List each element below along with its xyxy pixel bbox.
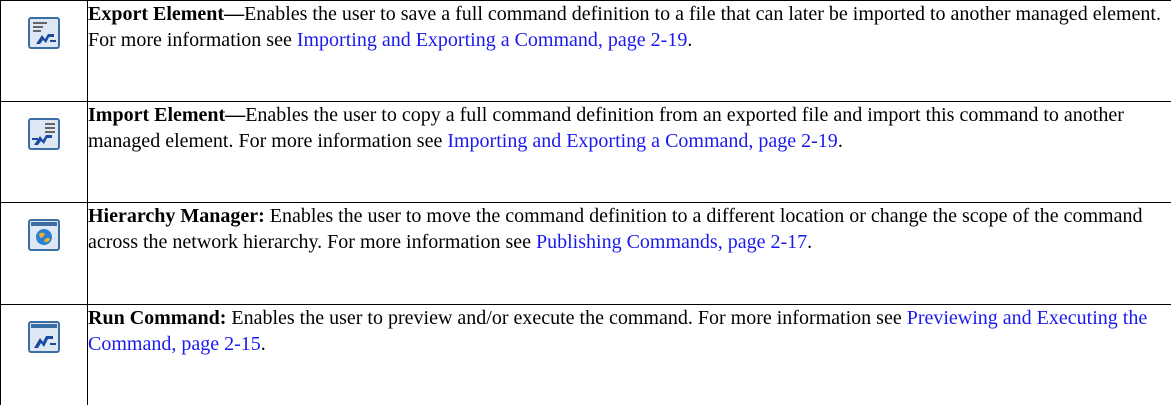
icon-cell bbox=[0, 304, 88, 405]
run-command-icon bbox=[28, 321, 60, 360]
icon-cell bbox=[0, 202, 88, 305]
sentence-end: . bbox=[807, 231, 813, 253]
term-label: Import Element— bbox=[88, 104, 246, 126]
cross-reference-link[interactable]: Publishing Commands, page 2-17 bbox=[536, 231, 807, 253]
table-row: Export Element—Enables the user to save … bbox=[0, 0, 1171, 102]
description-cell: Import Element—Enables the user to copy … bbox=[88, 102, 1171, 203]
export-element-icon bbox=[28, 17, 60, 56]
description-cell: Export Element—Enables the user to save … bbox=[88, 1, 1171, 102]
sentence-end: . bbox=[837, 130, 843, 152]
description-cell: Run Command: Enables the user to preview… bbox=[88, 305, 1171, 405]
hierarchy-manager-icon bbox=[28, 219, 60, 258]
cross-reference-link[interactable]: Importing and Exporting a Command, page … bbox=[447, 130, 837, 152]
term-label: Hierarchy Manager: bbox=[88, 205, 265, 227]
table-row: Run Command: Enables the user to preview… bbox=[0, 304, 1171, 405]
toolbar-button-description-table: Export Element—Enables the user to save … bbox=[0, 0, 1171, 405]
sentence-end: . bbox=[687, 29, 693, 51]
icon-cell bbox=[0, 0, 88, 102]
table-row: Hierarchy Manager: Enables the user to m… bbox=[0, 202, 1171, 305]
description-cell: Hierarchy Manager: Enables the user to m… bbox=[88, 203, 1171, 305]
sentence-end: . bbox=[260, 333, 266, 355]
icon-cell bbox=[0, 101, 88, 203]
term-label: Run Command: bbox=[88, 307, 227, 329]
table-row: Import Element—Enables the user to copy … bbox=[0, 101, 1171, 203]
term-label: Export Element— bbox=[88, 3, 245, 25]
description-text: Enables the user to preview and/or execu… bbox=[226, 307, 907, 329]
cross-reference-link[interactable]: Importing and Exporting a Command, page … bbox=[297, 29, 687, 51]
import-element-icon bbox=[28, 118, 60, 157]
